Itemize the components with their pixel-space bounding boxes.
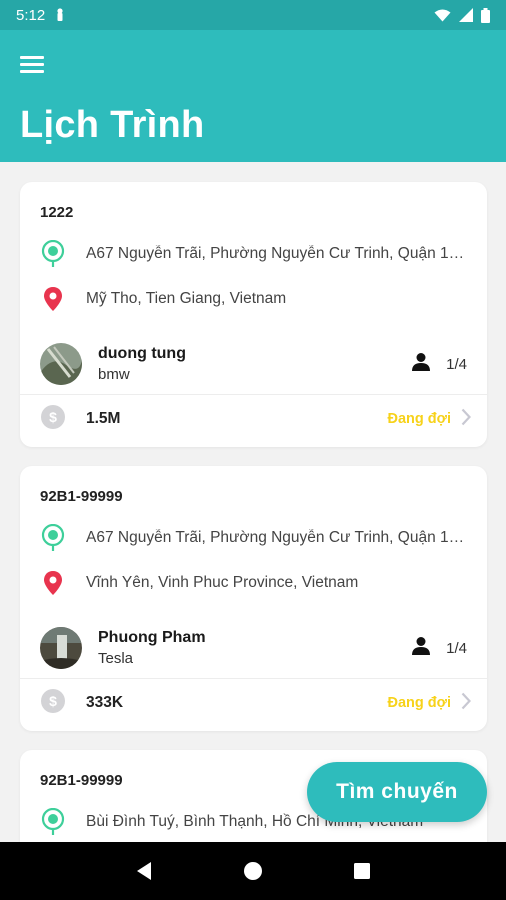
trip-list[interactable]: 1222 A67 Nguyễn Trãi, Phường Nguyễn Cư T… — [0, 162, 506, 842]
chevron-right-icon[interactable] — [461, 692, 472, 715]
driver-name: duong tung — [98, 345, 186, 362]
battery-icon — [481, 7, 490, 23]
divider — [20, 394, 487, 395]
dollar-icon: $ — [40, 688, 66, 719]
driver-name: Phuong Pham — [98, 629, 206, 646]
driver-avatar — [40, 343, 82, 385]
trip-card[interactable]: 92B1-99999 A67 Nguyễn Trãi, Phường Nguyễ… — [20, 466, 487, 731]
license-plate: 92B1-99999 — [40, 772, 123, 789]
destination-address: Vĩnh Yên, Vinh Phuc Province, Vietnam — [86, 574, 359, 591]
seat-count-label: 1/4 — [446, 639, 467, 657]
app-bar: Lịch Trình — [0, 30, 506, 162]
find-trip-button[interactable]: Tìm chuyến — [307, 762, 487, 822]
license-plate: 92B1-99999 — [40, 488, 123, 505]
person-icon — [410, 636, 432, 660]
destination-pin-icon — [40, 285, 66, 313]
seat-count: 1/4 — [410, 352, 467, 376]
divider — [20, 678, 487, 679]
chevron-right-icon[interactable] — [461, 408, 472, 431]
car-model: Tesla — [98, 650, 134, 667]
destination-row: Mỹ Tho, Tien Giang, Vietnam — [40, 285, 467, 313]
license-plate: 1222 — [40, 204, 74, 221]
origin-address: A67 Nguyễn Trãi, Phường Nguyễn Cư Trinh,… — [86, 529, 467, 546]
notification-icon — [55, 8, 65, 22]
status-badge: Đang đợi — [387, 695, 451, 711]
trip-footer[interactable]: $ 1.5M Đang đợi — [40, 404, 472, 435]
trip-price: 333K — [86, 694, 124, 711]
destination-row: Vĩnh Yên, Vinh Phuc Province, Vietnam — [40, 569, 467, 597]
menu-icon[interactable] — [20, 52, 50, 78]
recents-icon[interactable] — [347, 856, 377, 886]
origin-address: A67 Nguyễn Trãi, Phường Nguyễn Cư Trinh,… — [86, 245, 467, 262]
page-title: Lịch Trình — [20, 104, 205, 146]
back-icon[interactable] — [129, 856, 159, 886]
driver-row: Phuong Pham Tesla 1/4 — [40, 626, 467, 670]
signal-icon — [459, 8, 473, 22]
status-bar: 5:12 — [0, 0, 506, 30]
navigation-bar — [0, 842, 506, 900]
origin-row: A67 Nguyễn Trãi, Phường Nguyễn Cư Trinh,… — [40, 240, 467, 268]
dollar-icon: $ — [40, 404, 66, 435]
destination-address: Mỹ Tho, Tien Giang, Vietnam — [86, 290, 287, 307]
origin-marker-icon — [40, 808, 66, 836]
trip-card[interactable]: 1222 A67 Nguyễn Trãi, Phường Nguyễn Cư T… — [20, 182, 487, 447]
seat-count: 1/4 — [410, 636, 467, 660]
svg-text:$: $ — [49, 409, 57, 425]
seat-count-label: 1/4 — [446, 355, 467, 373]
person-icon — [410, 352, 432, 376]
origin-marker-icon — [40, 524, 66, 552]
status-time: 5:12 — [16, 6, 46, 24]
origin-marker-icon — [40, 240, 66, 268]
wifi-icon — [434, 9, 451, 22]
trip-price: 1.5M — [86, 410, 121, 427]
driver-avatar — [40, 627, 82, 669]
destination-pin-icon — [40, 569, 66, 597]
origin-row: A67 Nguyễn Trãi, Phường Nguyễn Cư Trinh,… — [40, 524, 467, 552]
status-badge: Đang đợi — [387, 411, 451, 427]
trip-footer[interactable]: $ 333K Đang đợi — [40, 688, 472, 719]
home-icon[interactable] — [238, 856, 268, 886]
svg-text:$: $ — [49, 693, 57, 709]
car-model: bmw — [98, 366, 130, 383]
driver-row: duong tung bmw 1/4 — [40, 342, 467, 386]
